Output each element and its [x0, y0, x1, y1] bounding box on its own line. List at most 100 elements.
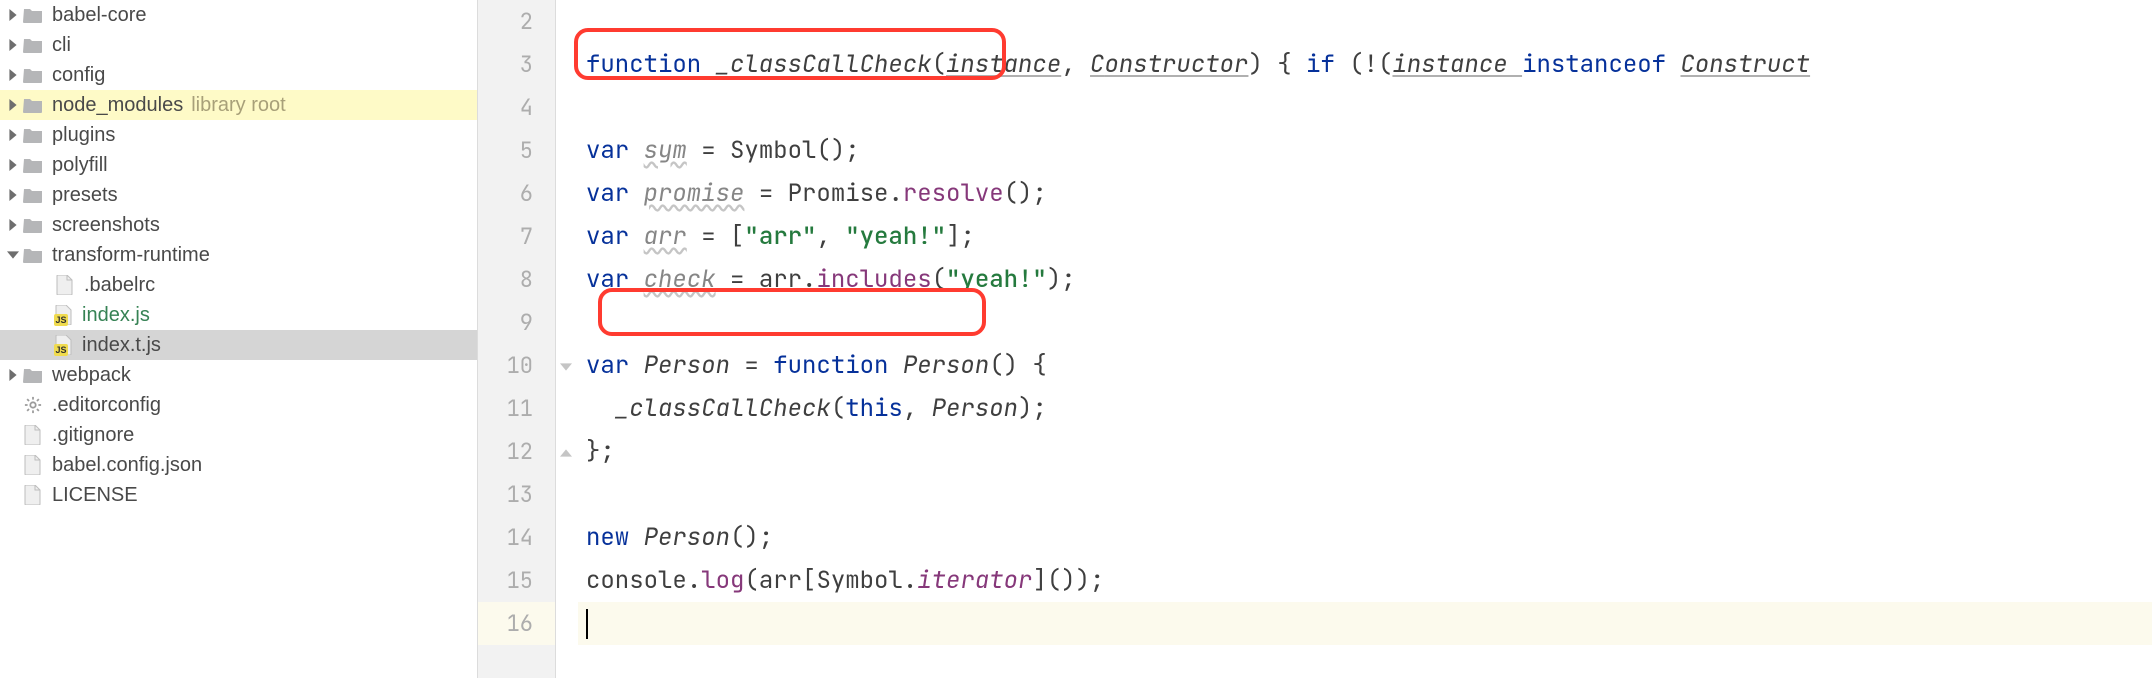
code-token: _classCallCheck: [615, 393, 831, 424]
code-token: promise: [644, 178, 745, 209]
tree-arrow-icon[interactable]: [4, 9, 22, 21]
code-line[interactable]: var sym = Symbol();: [578, 129, 2152, 172]
code-line[interactable]: new Person();: [578, 516, 2152, 559]
file-icon: [22, 484, 44, 506]
gutter-line-number[interactable]: 2: [478, 0, 555, 43]
code-line[interactable]: var promise = Promise.resolve();: [578, 172, 2152, 215]
code-token: = [: [687, 221, 745, 252]
code-token: ,: [816, 221, 845, 252]
tree-item[interactable]: .editorconfig: [0, 390, 477, 420]
tree-item[interactable]: .babelrc: [0, 270, 477, 300]
folder-icon: [22, 214, 44, 236]
code-line[interactable]: var arr = ["arr", "yeah!"];: [578, 215, 2152, 258]
code-token: .: [802, 264, 816, 295]
tree-arrow-icon[interactable]: [4, 69, 22, 81]
tree-item[interactable]: babel.config.json: [0, 450, 477, 480]
gutter-line-number[interactable]: 5: [478, 129, 555, 172]
gutter-line-number[interactable]: 6: [478, 172, 555, 215]
code-token: Symbol: [816, 565, 902, 596]
code-token: (: [932, 264, 946, 295]
tree-item[interactable]: screenshots: [0, 210, 477, 240]
code-token: var: [586, 264, 644, 295]
gutter[interactable]: 2345678910111213141516: [478, 0, 556, 678]
tree-arrow-icon[interactable]: [4, 99, 22, 111]
code-token: "yeah!": [845, 221, 946, 252]
code-line[interactable]: [578, 301, 2152, 344]
gutter-line-number[interactable]: 14: [478, 516, 555, 559]
gutter-line-number[interactable]: 9: [478, 301, 555, 344]
gutter-line-number[interactable]: 10: [478, 344, 555, 387]
code-token: includes: [816, 264, 931, 295]
code-area[interactable]: function _classCallCheck(instance, Const…: [578, 0, 2152, 678]
tree-item[interactable]: JSindex.t.js: [0, 330, 477, 360]
gutter-line-number[interactable]: 4: [478, 86, 555, 129]
tree-item[interactable]: .gitignore: [0, 420, 477, 450]
code-line[interactable]: var check = arr.includes("yeah!");: [578, 258, 2152, 301]
tree-item[interactable]: babel-core: [0, 0, 477, 30]
code-token: ();: [816, 135, 859, 166]
code-token: var: [586, 178, 644, 209]
tree-arrow-icon[interactable]: [4, 369, 22, 381]
gutter-line-number[interactable]: 3: [478, 43, 555, 86]
tree-item[interactable]: plugins: [0, 120, 477, 150]
code-line[interactable]: function _classCallCheck(instance, Const…: [578, 43, 2152, 86]
tree-item-label: webpack: [52, 364, 131, 387]
gutter-line-number[interactable]: 8: [478, 258, 555, 301]
code-token: ();: [1004, 178, 1047, 209]
code-token: function: [773, 350, 903, 381]
tree-item[interactable]: cli: [0, 30, 477, 60]
code-token: ) {: [1248, 49, 1306, 80]
code-token: Person: [644, 350, 730, 381]
tree-item[interactable]: presets: [0, 180, 477, 210]
tree-arrow-icon[interactable]: [4, 219, 22, 231]
tree-arrow-icon[interactable]: [4, 39, 22, 51]
folder-icon: [22, 244, 44, 266]
tree-arrow-icon[interactable]: [4, 129, 22, 141]
tree-item-label: presets: [52, 184, 118, 207]
code-token: );: [1018, 393, 1047, 424]
tree-item[interactable]: JSindex.js: [0, 300, 477, 330]
code-line[interactable]: [578, 0, 2152, 43]
tree-item-label: cli: [52, 34, 71, 57]
gutter-line-number[interactable]: 7: [478, 215, 555, 258]
fold-margin[interactable]: [556, 0, 578, 678]
code-token: function: [586, 49, 716, 80]
code-line[interactable]: console.log(arr[Symbol.iterator]());: [578, 559, 2152, 602]
gutter-line-number[interactable]: 15: [478, 559, 555, 602]
fold-toggle-icon[interactable]: [560, 446, 572, 458]
code-line[interactable]: [578, 86, 2152, 129]
code-line[interactable]: _classCallCheck(this, Person);: [578, 387, 2152, 430]
gutter-line-number[interactable]: 16: [478, 602, 555, 645]
code-token: .: [687, 565, 701, 596]
tree-arrow-icon[interactable]: [4, 189, 22, 201]
tree-item[interactable]: config: [0, 60, 477, 90]
code-line[interactable]: [578, 602, 2152, 645]
fold-toggle-icon[interactable]: [560, 360, 572, 372]
tree-item[interactable]: webpack: [0, 360, 477, 390]
code-line[interactable]: [578, 473, 2152, 516]
code-token: Person: [644, 522, 730, 553]
tree-item[interactable]: node_moduleslibrary root: [0, 90, 477, 120]
code-token: (!(: [1349, 49, 1392, 80]
code-token: new: [586, 522, 644, 553]
code-token: (: [932, 49, 946, 80]
gutter-line-number[interactable]: 11: [478, 387, 555, 430]
tree-arrow-icon[interactable]: [4, 159, 22, 171]
project-tree[interactable]: babel-core cli confignode_moduleslibrary r…: [0, 0, 478, 678]
tree-item-label: babel-core: [52, 4, 147, 27]
code-token: Person: [932, 393, 1018, 424]
tree-item[interactable]: LICENSE: [0, 480, 477, 510]
code-token: (: [744, 565, 758, 596]
code-token: (: [831, 393, 845, 424]
text-caret: [586, 609, 588, 639]
gutter-line-number[interactable]: 13: [478, 473, 555, 516]
code-token: ];: [946, 221, 975, 252]
tree-arrow-icon[interactable]: [4, 249, 22, 261]
tree-item[interactable]: polyfill: [0, 150, 477, 180]
code-line[interactable]: var Person = function Person() {: [578, 344, 2152, 387]
tree-item[interactable]: transform-runtime: [0, 240, 477, 270]
code-line[interactable]: };: [578, 430, 2152, 473]
code-token: ();: [730, 522, 773, 553]
code-token: Person: [903, 350, 989, 381]
gutter-line-number[interactable]: 12: [478, 430, 555, 473]
